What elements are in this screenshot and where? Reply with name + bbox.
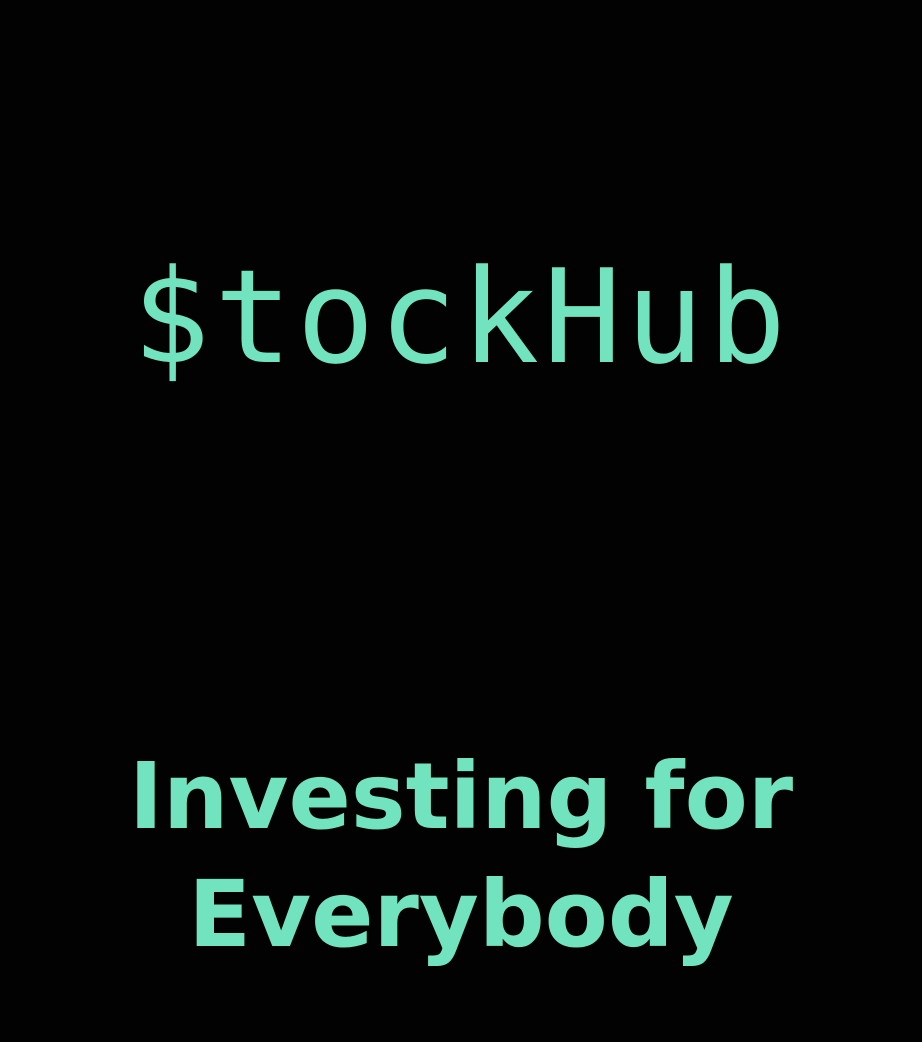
tagline-line-1: Investing for <box>128 743 794 850</box>
app-logo: $tockHub <box>131 241 791 393</box>
logo-container: $tockHub <box>0 232 922 402</box>
tagline-line-2: Everybody <box>188 861 734 968</box>
tagline: Investing for Everybody <box>0 738 922 974</box>
splash-screen: $tockHub Investing for Everybody <box>0 0 922 1042</box>
